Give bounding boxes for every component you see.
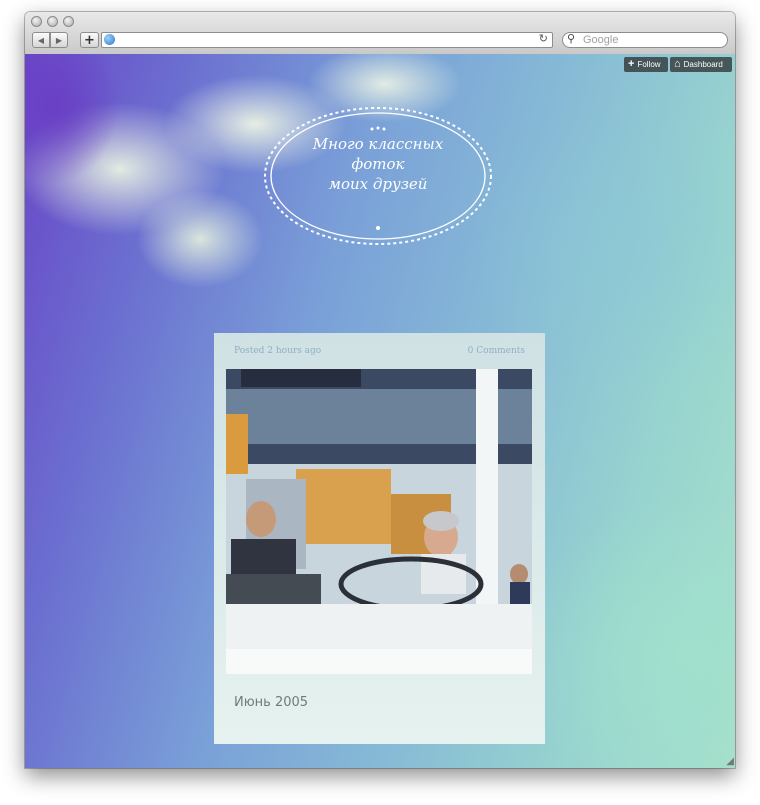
- reload-icon[interactable]: ↻: [539, 32, 548, 45]
- add-bookmark-button[interactable]: +: [80, 32, 99, 48]
- search-icon: ⚲: [567, 32, 576, 45]
- globe-icon: [104, 34, 115, 45]
- close-window-button[interactable]: [31, 16, 42, 27]
- photo-caption: Июнь 2005: [234, 695, 309, 710]
- search-input[interactable]: [583, 33, 721, 47]
- minimize-window-button[interactable]: [47, 16, 58, 27]
- forward-button[interactable]: ▶: [50, 32, 68, 48]
- back-button[interactable]: ◀: [32, 32, 50, 48]
- blog-title-line: фоток: [351, 155, 405, 173]
- browser-window: ◀ ▶ + ↻ ⚲ + Follow ⌂ Dashboard: [25, 12, 735, 768]
- photo-post: Posted 2 hours ago 0 Comments Июнь 2005: [214, 333, 545, 744]
- zoom-window-button[interactable]: [63, 16, 74, 27]
- blog-title-line: моих друзей: [328, 175, 428, 193]
- dashboard-button[interactable]: ⌂ Dashboard: [670, 57, 732, 72]
- plus-icon: +: [84, 32, 95, 48]
- back-arrow-icon: ◀: [37, 35, 45, 45]
- plus-icon: +: [628, 58, 635, 70]
- follow-label: Follow: [637, 60, 661, 69]
- blog-title: Много классных фоток моих друзей: [262, 134, 494, 194]
- blog-logo[interactable]: Много классных фоток моих друзей: [262, 104, 494, 248]
- post-photo[interactable]: [226, 369, 532, 674]
- resize-grip-icon[interactable]: ◢: [726, 756, 734, 767]
- home-icon: ⌂: [674, 58, 681, 70]
- browser-toolbar: ◀ ▶ + ↻ ⚲: [25, 12, 735, 55]
- post-timestamp[interactable]: Posted 2 hours ago: [234, 346, 321, 356]
- page-viewport: + Follow ⌂ Dashboard Много классных фото…: [25, 54, 735, 768]
- comments-link[interactable]: 0 Comments: [468, 346, 525, 356]
- address-bar[interactable]: ↻: [101, 32, 553, 48]
- blog-title-line: Много классных: [312, 135, 444, 153]
- dashboard-label: Dashboard: [683, 60, 723, 69]
- follow-button[interactable]: + Follow: [624, 57, 668, 72]
- search-field[interactable]: ⚲: [562, 32, 728, 48]
- forward-arrow-icon: ▶: [55, 35, 63, 45]
- photo-image: [226, 369, 532, 674]
- sky-background: [25, 54, 120, 184]
